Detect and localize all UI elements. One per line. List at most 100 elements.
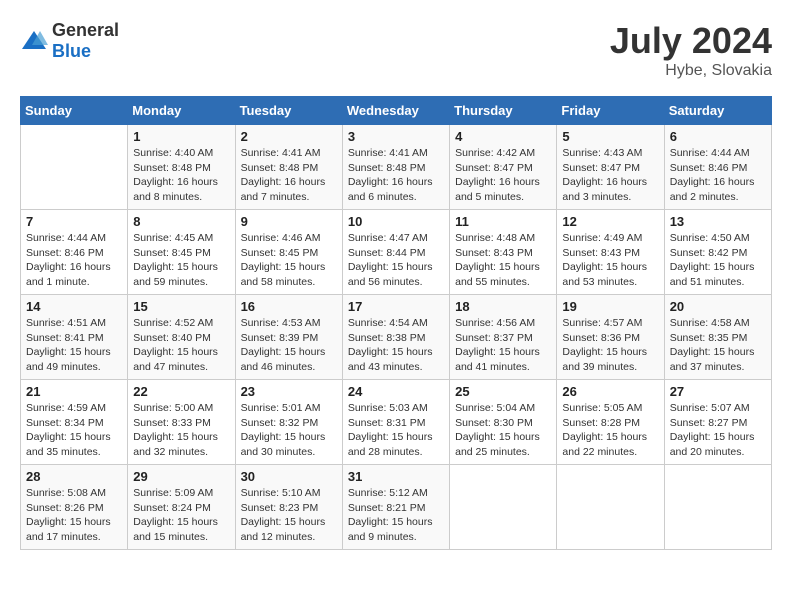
day-info: Sunrise: 4:41 AMSunset: 8:48 PMDaylight:…	[348, 146, 444, 205]
weekday-header: Monday	[128, 97, 235, 125]
day-number: 31	[348, 469, 444, 484]
day-info: Sunrise: 4:45 AMSunset: 8:45 PMDaylight:…	[133, 231, 229, 290]
title-block: July 2024 Hybe, Slovakia	[610, 20, 772, 80]
day-number: 30	[241, 469, 337, 484]
page-header: General Blue July 2024 Hybe, Slovakia	[20, 20, 772, 80]
logo-icon	[20, 29, 48, 53]
day-number: 11	[455, 214, 551, 229]
calendar-cell: 6 Sunrise: 4:44 AMSunset: 8:46 PMDaylight…	[664, 125, 771, 210]
day-info: Sunrise: 5:12 AMSunset: 8:21 PMDaylight:…	[348, 486, 444, 545]
day-info: Sunrise: 4:47 AMSunset: 8:44 PMDaylight:…	[348, 231, 444, 290]
day-number: 17	[348, 299, 444, 314]
day-info: Sunrise: 5:01 AMSunset: 8:32 PMDaylight:…	[241, 401, 337, 460]
calendar-table: SundayMondayTuesdayWednesdayThursdayFrid…	[20, 96, 772, 550]
day-number: 26	[562, 384, 658, 399]
calendar-week-row: 7 Sunrise: 4:44 AMSunset: 8:46 PMDaylight…	[21, 210, 772, 295]
day-info: Sunrise: 5:08 AMSunset: 8:26 PMDaylight:…	[26, 486, 122, 545]
day-number: 7	[26, 214, 122, 229]
calendar-cell: 12Sunrise: 4:49 AMSunset: 8:43 PMDayligh…	[557, 210, 664, 295]
calendar-cell: 28 Sunrise: 5:08 AMSunset: 8:26 PMDayligh…	[21, 465, 128, 550]
calendar-cell	[664, 465, 771, 550]
location-title: Hybe, Slovakia	[610, 62, 772, 80]
calendar-header: SundayMondayTuesdayWednesdayThursdayFrid…	[21, 97, 772, 125]
calendar-week-row: 14 Sunrise: 4:51 AMSunset: 8:41 PMDayligh…	[21, 295, 772, 380]
day-info: Sunrise: 4:53 AMSunset: 8:39 PMDaylight:…	[241, 316, 337, 375]
calendar-cell: 30 Sunrise: 5:10 AMSunset: 8:23 PMDayligh…	[235, 465, 342, 550]
day-number: 8	[133, 214, 229, 229]
calendar-cell	[21, 125, 128, 210]
calendar-cell	[450, 465, 557, 550]
day-info: Sunrise: 5:00 AMSunset: 8:33 PMDaylight:…	[133, 401, 229, 460]
day-number: 2	[241, 129, 337, 144]
calendar-cell: 25 Sunrise: 5:04 AMSunset: 8:30 PMDayligh…	[450, 380, 557, 465]
day-number: 6	[670, 129, 766, 144]
day-info: Sunrise: 5:05 AMSunset: 8:28 PMDaylight:…	[562, 401, 658, 460]
day-number: 10	[348, 214, 444, 229]
weekday-header: Wednesday	[342, 97, 449, 125]
calendar-cell: 10 Sunrise: 4:47 AMSunset: 8:44 PMDayligh…	[342, 210, 449, 295]
day-number: 19	[562, 299, 658, 314]
calendar-cell: 19 Sunrise: 4:57 AMSunset: 8:36 PMDayligh…	[557, 295, 664, 380]
day-info: Sunrise: 4:44 AMSunset: 8:46 PMDaylight:…	[670, 146, 766, 205]
day-info: Sunrise: 4:43 AMSunset: 8:47 PMDaylight:…	[562, 146, 658, 205]
day-number: 9	[241, 214, 337, 229]
day-number: 14	[26, 299, 122, 314]
calendar-cell: 16Sunrise: 4:53 AMSunset: 8:39 PMDayligh…	[235, 295, 342, 380]
logo: General Blue	[20, 20, 119, 62]
calendar-body: 1 Sunrise: 4:40 AMSunset: 8:48 PMDaylight…	[21, 125, 772, 550]
day-info: Sunrise: 4:42 AMSunset: 8:47 PMDaylight:…	[455, 146, 551, 205]
day-info: Sunrise: 4:40 AMSunset: 8:48 PMDaylight:…	[133, 146, 229, 205]
calendar-cell: 20Sunrise: 4:58 AMSunset: 8:35 PMDayligh…	[664, 295, 771, 380]
day-number: 5	[562, 129, 658, 144]
calendar-cell: 8 Sunrise: 4:45 AMSunset: 8:45 PMDaylight…	[128, 210, 235, 295]
calendar-cell	[557, 465, 664, 550]
day-info: Sunrise: 4:58 AMSunset: 8:35 PMDaylight:…	[670, 316, 766, 375]
logo-general-text: General	[52, 20, 119, 40]
weekday-header: Sunday	[21, 97, 128, 125]
day-info: Sunrise: 4:59 AMSunset: 8:34 PMDaylight:…	[26, 401, 122, 460]
day-number: 28	[26, 469, 122, 484]
calendar-week-row: 1 Sunrise: 4:40 AMSunset: 8:48 PMDaylight…	[21, 125, 772, 210]
day-info: Sunrise: 5:04 AMSunset: 8:30 PMDaylight:…	[455, 401, 551, 460]
day-info: Sunrise: 4:44 AMSunset: 8:46 PMDaylight:…	[26, 231, 122, 290]
day-info: Sunrise: 4:56 AMSunset: 8:37 PMDaylight:…	[455, 316, 551, 375]
day-info: Sunrise: 4:57 AMSunset: 8:36 PMDaylight:…	[562, 316, 658, 375]
calendar-cell: 22 Sunrise: 5:00 AMSunset: 8:33 PMDayligh…	[128, 380, 235, 465]
day-number: 4	[455, 129, 551, 144]
calendar-cell: 23 Sunrise: 5:01 AMSunset: 8:32 PMDayligh…	[235, 380, 342, 465]
weekday-header: Friday	[557, 97, 664, 125]
calendar-cell: 15 Sunrise: 4:52 AMSunset: 8:40 PMDayligh…	[128, 295, 235, 380]
day-number: 18	[455, 299, 551, 314]
day-number: 25	[455, 384, 551, 399]
calendar-cell: 2 Sunrise: 4:41 AMSunset: 8:48 PMDaylight…	[235, 125, 342, 210]
day-info: Sunrise: 4:51 AMSunset: 8:41 PMDaylight:…	[26, 316, 122, 375]
day-number: 21	[26, 384, 122, 399]
day-number: 23	[241, 384, 337, 399]
day-info: Sunrise: 4:52 AMSunset: 8:40 PMDaylight:…	[133, 316, 229, 375]
weekday-header: Tuesday	[235, 97, 342, 125]
day-info: Sunrise: 4:50 AMSunset: 8:42 PMDaylight:…	[670, 231, 766, 290]
day-info: Sunrise: 4:41 AMSunset: 8:48 PMDaylight:…	[241, 146, 337, 205]
calendar-cell: 17Sunrise: 4:54 AMSunset: 8:38 PMDayligh…	[342, 295, 449, 380]
day-number: 15	[133, 299, 229, 314]
calendar-cell: 11 Sunrise: 4:48 AMSunset: 8:43 PMDayligh…	[450, 210, 557, 295]
calendar-cell: 1 Sunrise: 4:40 AMSunset: 8:48 PMDaylight…	[128, 125, 235, 210]
calendar-cell: 13 Sunrise: 4:50 AMSunset: 8:42 PMDayligh…	[664, 210, 771, 295]
weekday-header: Thursday	[450, 97, 557, 125]
day-info: Sunrise: 5:10 AMSunset: 8:23 PMDaylight:…	[241, 486, 337, 545]
day-number: 22	[133, 384, 229, 399]
calendar-cell: 21 Sunrise: 4:59 AMSunset: 8:34 PMDayligh…	[21, 380, 128, 465]
day-info: Sunrise: 5:09 AMSunset: 8:24 PMDaylight:…	[133, 486, 229, 545]
day-number: 1	[133, 129, 229, 144]
calendar-cell: 14 Sunrise: 4:51 AMSunset: 8:41 PMDayligh…	[21, 295, 128, 380]
calendar-week-row: 21 Sunrise: 4:59 AMSunset: 8:34 PMDayligh…	[21, 380, 772, 465]
day-number: 3	[348, 129, 444, 144]
calendar-week-row: 28 Sunrise: 5:08 AMSunset: 8:26 PMDayligh…	[21, 465, 772, 550]
calendar-cell: 9Sunrise: 4:46 AMSunset: 8:45 PMDaylight…	[235, 210, 342, 295]
day-info: Sunrise: 4:48 AMSunset: 8:43 PMDaylight:…	[455, 231, 551, 290]
calendar-cell: 29Sunrise: 5:09 AMSunset: 8:24 PMDayligh…	[128, 465, 235, 550]
weekday-header: Saturday	[664, 97, 771, 125]
day-number: 12	[562, 214, 658, 229]
calendar-cell: 18 Sunrise: 4:56 AMSunset: 8:37 PMDayligh…	[450, 295, 557, 380]
day-number: 13	[670, 214, 766, 229]
